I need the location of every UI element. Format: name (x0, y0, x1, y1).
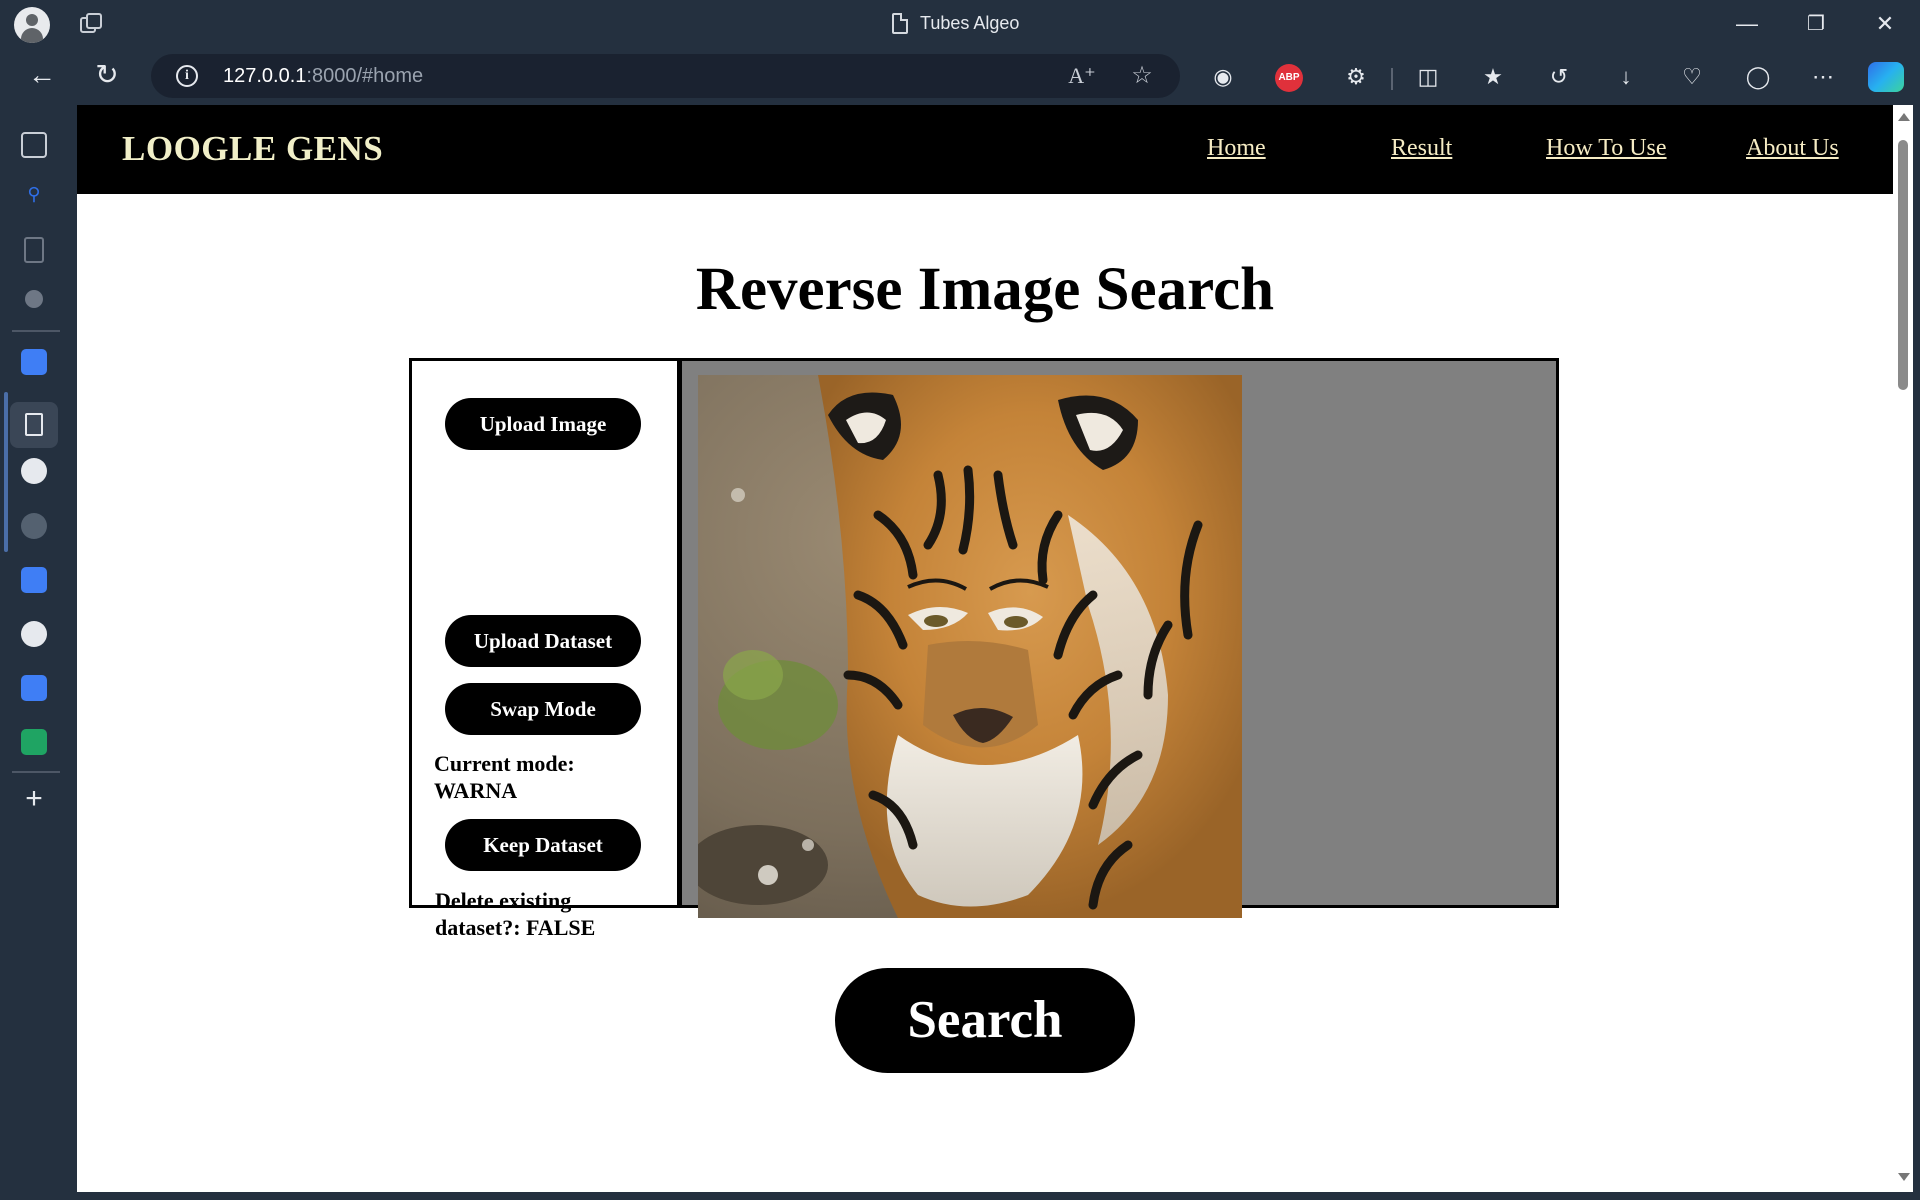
address-bar[interactable]: i 127.0.0.1:8000/#home A⁺ ☆ (151, 54, 1180, 98)
restore-icon[interactable]: ❐ (1796, 8, 1836, 40)
tab-panel-icon[interactable] (21, 132, 47, 158)
minimize-icon[interactable]: — (1727, 8, 1767, 40)
address-toolbar: ← ↻ i 127.0.0.1:8000/#home A⁺ ☆ ◉ ABP ⚙ … (0, 50, 1920, 102)
tab-actions-icon[interactable] (80, 13, 106, 37)
tab-title[interactable]: Tubes Algeo (892, 13, 1019, 34)
uploaded-image-preview (698, 375, 1242, 918)
adblock-plus-icon[interactable]: ABP (1275, 64, 1303, 92)
new-tab-plus-icon[interactable]: + (21, 784, 47, 814)
title-bar: Tubes Algeo — ❐ ✕ (0, 0, 1920, 50)
extension-glasses-icon[interactable]: ◉ (1208, 62, 1238, 92)
search-button[interactable]: Search (835, 968, 1135, 1073)
browser-essentials-icon[interactable]: ◯ (1743, 62, 1773, 92)
profile-avatar-icon[interactable] (14, 7, 50, 43)
refresh-icon[interactable]: ↻ (89, 60, 125, 92)
extensions-puzzle-icon[interactable]: ⚙ (1341, 62, 1371, 92)
nav-link-how-to-use[interactable]: How To Use (1546, 135, 1667, 162)
google-docs-icon[interactable] (21, 567, 47, 593)
github-icon-2[interactable] (21, 621, 47, 647)
back-icon[interactable]: ← (24, 60, 60, 92)
site-info-icon[interactable]: i (176, 65, 198, 87)
current-mode-label: Current mode: WARNA (434, 751, 575, 803)
read-aloud-icon[interactable]: A⁺ (1068, 63, 1096, 91)
control-column: Upload Image Upload Dataset Swap Mode Cu… (412, 361, 682, 905)
page-scrollbar[interactable] (1893, 105, 1913, 1192)
github-icon[interactable] (21, 458, 47, 484)
active-document-tab[interactable] (10, 402, 58, 448)
upload-image-button[interactable]: Upload Image (445, 398, 641, 450)
tiger-photo (698, 375, 1242, 918)
sidebar-divider-2 (12, 771, 60, 773)
nav-link-result[interactable]: Result (1391, 135, 1452, 162)
delete-dataset-status: Delete existing dataset?: FALSE (435, 888, 596, 940)
web-page: LOOGLE GENS Home Result How To Use About… (77, 105, 1893, 1192)
history-icon[interactable]: ↺ (1544, 62, 1574, 92)
site-logo[interactable]: LOOGLE GENS (122, 129, 383, 169)
document-icon (892, 13, 908, 34)
performance-icon[interactable]: ♡ (1677, 62, 1707, 92)
google-sheets-icon[interactable] (21, 729, 47, 755)
app-tab-icon[interactable] (21, 349, 47, 375)
scroll-thumb[interactable] (1898, 140, 1908, 390)
document-icon (25, 413, 43, 436)
upload-dataset-button[interactable]: Upload Dataset (445, 615, 641, 667)
tab-title-text: Tubes Algeo (920, 13, 1020, 33)
scroll-down-icon[interactable] (1898, 1173, 1910, 1181)
url-text[interactable]: 127.0.0.1:8000/#home (223, 65, 423, 88)
copilot-icon[interactable] (1868, 62, 1904, 92)
document-tab-icon[interactable] (24, 237, 44, 263)
page-title: Reverse Image Search (695, 256, 1275, 323)
keep-dataset-button[interactable]: Keep Dataset (445, 819, 641, 871)
chatgpt-icon[interactable] (21, 513, 47, 539)
url-path: :8000/#home (306, 65, 424, 87)
swap-mode-button[interactable]: Swap Mode (445, 683, 641, 735)
chat-tab-icon[interactable] (25, 290, 43, 308)
google-docs-icon-2[interactable] (21, 675, 47, 701)
vertical-tab-sidebar: ⚲ + (0, 102, 72, 1200)
downloads-icon[interactable]: ↓ (1611, 62, 1641, 92)
sidebar-divider (12, 330, 60, 332)
scroll-up-icon[interactable] (1898, 113, 1910, 121)
active-tab-group-indicator (4, 392, 8, 552)
more-options-icon[interactable]: ⋯ (1808, 62, 1838, 92)
split-screen-icon[interactable]: ◫ (1413, 62, 1443, 92)
nav-link-home[interactable]: Home (1207, 135, 1266, 162)
favorite-star-icon[interactable]: ☆ (1128, 63, 1156, 91)
site-navbar: LOOGLE GENS Home Result How To Use About… (77, 105, 1893, 194)
nav-link-about-us[interactable]: About Us (1746, 135, 1839, 162)
close-icon[interactable]: ✕ (1865, 8, 1905, 40)
search-tab-icon[interactable]: ⚲ (21, 184, 47, 210)
favorites-icon[interactable]: ★ (1478, 62, 1508, 92)
toolbar-divider (1391, 68, 1393, 90)
url-host: 127.0.0.1 (223, 65, 307, 87)
